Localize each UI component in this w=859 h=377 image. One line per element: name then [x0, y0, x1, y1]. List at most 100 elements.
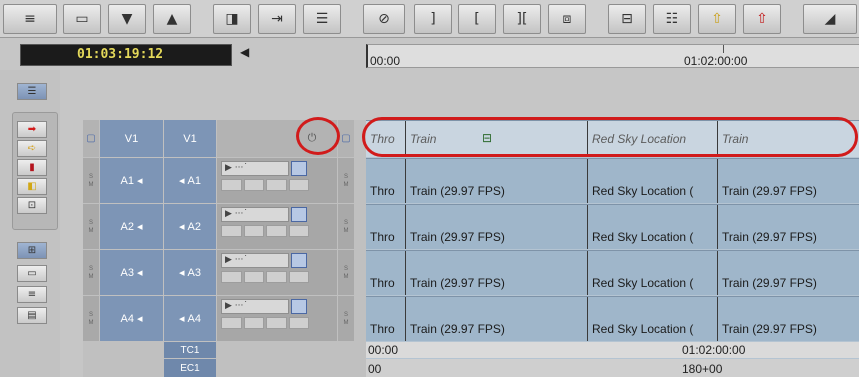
mute-label: M: [88, 181, 94, 188]
audio-track-controls: ▶ ···˙: [217, 296, 337, 341]
extract-icon[interactable]: ☷: [653, 4, 691, 34]
audio-source-track[interactable]: A3 ◂: [100, 250, 163, 295]
video-clip-row: Thro Train ⊟ Red Sky Location Train: [366, 120, 859, 157]
timeline-tracks[interactable]: Thro Train ⊟ Red Sky Location Train Thro…: [366, 120, 859, 377]
clear-marks-icon[interactable]: ][: [503, 4, 541, 34]
audio-record-track[interactable]: ◂ A3: [164, 250, 216, 295]
audio-track-controls: ▶ ···˙: [217, 250, 337, 295]
audio-solo-mute[interactable]: SM: [83, 250, 99, 295]
lift-icon[interactable]: ⊟: [608, 4, 646, 34]
mark-in-icon[interactable]: [: [458, 4, 496, 34]
timeline-ruler[interactable]: 00:00 01:02:00:00: [366, 44, 859, 68]
audio-source-label: A3: [120, 266, 134, 279]
red-arrow-icon[interactable]: ➡: [17, 121, 47, 138]
video-source-track[interactable]: V1: [100, 120, 163, 157]
audio-solo-mute[interactable]: SM: [83, 158, 99, 203]
extract-up-icon[interactable]: ⇧: [743, 4, 781, 34]
audio-clip[interactable]: Red Sky Location (: [588, 251, 718, 295]
scroll-left-icon[interactable]: ◀: [240, 45, 249, 59]
tc1-track[interactable]: TC1: [164, 342, 216, 358]
panel-icon[interactable]: ◨: [213, 4, 251, 34]
audio-clip[interactable]: Train (29.97 FPS): [718, 297, 859, 341]
waveform-toggle-icon[interactable]: ▶ ···˙: [221, 207, 289, 222]
video-clip-4[interactable]: Train: [718, 121, 859, 157]
yellow-segment-icon[interactable]: ◧: [17, 178, 47, 195]
audio-clip[interactable]: Red Sky Location (: [588, 205, 718, 249]
video-record-track[interactable]: V1: [164, 120, 216, 157]
waveform-toggle-icon[interactable]: ▶ ···˙: [221, 299, 289, 314]
mute-label: M: [343, 227, 349, 234]
lift-up-icon[interactable]: ⇧: [698, 4, 736, 34]
ec1-track[interactable]: EC1: [164, 359, 216, 377]
mark-out-icon[interactable]: ]: [414, 4, 452, 34]
audio-clip[interactable]: Red Sky Location (: [588, 297, 718, 341]
monitor-small-icon[interactable]: ▭: [17, 265, 47, 282]
audio-clip[interactable]: Red Sky Location (: [588, 159, 718, 203]
stack-icon[interactable]: ☰: [303, 4, 341, 34]
audio-clip[interactable]: Train (29.97 FPS): [718, 205, 859, 249]
audio-track-lock[interactable]: SM: [338, 158, 354, 203]
waveform-toggle-icon[interactable]: ▶ ···˙: [221, 253, 289, 268]
overflow-icon[interactable]: ◢: [803, 4, 857, 34]
audio-clip[interactable]: Train (29.97 FPS): [406, 251, 588, 295]
audio-track-lock[interactable]: SM: [338, 250, 354, 295]
solo-label: S: [88, 219, 93, 226]
triangle-down-icon[interactable]: ▼: [108, 4, 146, 34]
ec1-row: EC1: [83, 359, 366, 377]
triangle-up-icon[interactable]: ▲: [153, 4, 191, 34]
audio-clip[interactable]: Thro: [366, 205, 406, 249]
audio-record-label: A2: [187, 220, 201, 233]
audio-clip[interactable]: Thro: [366, 297, 406, 341]
audio-monitor-icon[interactable]: [291, 253, 307, 268]
audio-track-row: S M A2 ◂ ◂ A2 ▶ ···˙ S M: [83, 204, 366, 249]
solo-label: S: [343, 173, 348, 180]
audio-monitor-icon[interactable]: [291, 299, 307, 314]
video-monitor-icon[interactable]: ▢: [338, 120, 354, 157]
monitor-icon[interactable]: ▭: [63, 4, 101, 34]
audio-source-track[interactable]: A4 ◂: [100, 296, 163, 341]
audio-clip[interactable]: Train (29.97 FPS): [718, 159, 859, 203]
trim-icon[interactable]: ⊡: [17, 197, 47, 214]
timecode-display[interactable]: 01:03:19:12: [20, 44, 232, 66]
audio-record-track[interactable]: ◂ A4: [164, 296, 216, 341]
video-clip-1[interactable]: Thro: [366, 121, 406, 157]
timeline-menu-icon[interactable]: ☰: [17, 83, 47, 100]
red-segment-icon[interactable]: ▮: [17, 159, 47, 176]
audio-clip[interactable]: Thro: [366, 251, 406, 295]
audio-track-controls: ▶ ···˙: [217, 204, 337, 249]
yellow-arrow-icon[interactable]: ➪: [17, 140, 47, 157]
video-clip-3[interactable]: Red Sky Location: [588, 121, 718, 157]
audio-monitor-icon[interactable]: [291, 161, 307, 176]
audio-track-lock[interactable]: SM: [338, 296, 354, 341]
audio-source-track[interactable]: A1 ◂: [100, 158, 163, 203]
patch-arrow-icon: ◂: [136, 267, 143, 279]
audio-clip[interactable]: Thro: [366, 159, 406, 203]
audio-solo-mute[interactable]: SM: [83, 296, 99, 341]
audio-monitor-icon[interactable]: [291, 207, 307, 222]
sync-lock-icon[interactable]: ⏻: [305, 120, 319, 157]
toolbar: ≡ ▭ ▼ ▲ ◨ ⇥ ☰ ⊘][][⧈ ⊟ ☷ ⇧ ⇧ ◢: [0, 0, 859, 38]
audio-track-lock[interactable]: SM: [338, 204, 354, 249]
timeline-tc-row: 00:00 01:02:00:00: [366, 342, 859, 358]
audio-clip[interactable]: Train (29.97 FPS): [718, 251, 859, 295]
video-clip-2[interactable]: Train ⊟: [406, 121, 588, 157]
track-view-icon[interactable]: ⊞: [17, 242, 47, 259]
audio-clip[interactable]: Train (29.97 FPS): [406, 205, 588, 249]
audio-clip[interactable]: Train (29.97 FPS): [406, 297, 588, 341]
disable-icon[interactable]: ⊘: [363, 4, 405, 34]
settings-sliders-icon[interactable]: ≡: [3, 4, 57, 34]
audio-record-track[interactable]: ◂ A2: [164, 204, 216, 249]
left-tool-column: ☰ ➡ ➪ ▮ ◧ ⊡ ⊞ ▭ ≡ ▤: [0, 70, 60, 377]
video-track-select-icon[interactable]: ▢: [83, 120, 99, 157]
audio-record-track[interactable]: ◂ A1: [164, 158, 216, 203]
audio-clip-row: Thro Train (29.97 FPS) Red Sky Location (T…: [366, 204, 859, 249]
audio-source-track[interactable]: A2 ◂: [100, 204, 163, 249]
mute-label: M: [343, 181, 349, 188]
audio-solo-mute[interactable]: SM: [83, 204, 99, 249]
audio-clip[interactable]: Train (29.97 FPS): [406, 159, 588, 203]
sliders-small-icon[interactable]: ≡: [17, 286, 47, 303]
waveform-toggle-icon[interactable]: ▶ ···˙: [221, 161, 289, 176]
mark-clip-icon[interactable]: ⧈: [548, 4, 586, 34]
grid-small-icon[interactable]: ▤: [17, 307, 47, 324]
insert-icon[interactable]: ⇥: [258, 4, 296, 34]
